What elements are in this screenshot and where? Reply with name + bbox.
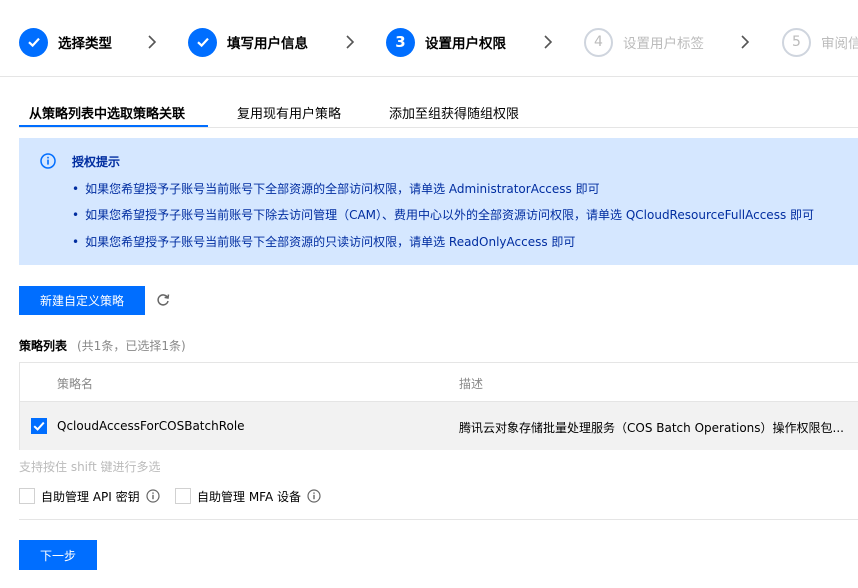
tab-select-from-list[interactable]: 从策略列表中选取策略关联 bbox=[29, 103, 185, 122]
step-label: 审阅信 bbox=[821, 36, 858, 52]
column-description: 描述 bbox=[459, 377, 484, 391]
check-icon bbox=[33, 421, 45, 431]
info-icon[interactable] bbox=[146, 489, 160, 503]
refresh-icon[interactable] bbox=[155, 292, 171, 308]
notice-item: 如果您希望授予子账号当前账号下全部资源的全部访问权限，请单选 Administr… bbox=[72, 180, 600, 197]
divider bbox=[0, 76, 858, 77]
policy-name: QcloudAccessForCOSBatchRole bbox=[57, 419, 245, 433]
column-policy-name[interactable]: 策略名 bbox=[57, 375, 93, 392]
option-api-key[interactable]: 自助管理 API 密钥 bbox=[19, 488, 160, 504]
chevron-right-icon bbox=[148, 35, 157, 49]
row-checkbox[interactable] bbox=[31, 418, 47, 434]
chevron-right-icon bbox=[346, 35, 355, 49]
step-number: 3 bbox=[386, 27, 415, 57]
option-label: 自助管理 API 密钥 bbox=[41, 489, 140, 504]
step-user-info: 填写用户信息 bbox=[188, 27, 308, 57]
step-label: 设置用户标签 bbox=[623, 36, 704, 52]
step-review: 5 审阅信 bbox=[782, 27, 858, 57]
step-label: 设置用户权限 bbox=[425, 36, 506, 52]
step-bar: 选择类型 填写用户信息 3 设置用户权限 4 设置用户标签 5 审阅信 bbox=[0, 0, 858, 84]
info-icon[interactable] bbox=[307, 489, 321, 503]
step-label: 选择类型 bbox=[58, 36, 112, 52]
option-label: 自助管理 MFA 设备 bbox=[197, 489, 301, 504]
step-number: 5 bbox=[782, 27, 811, 57]
api-key-checkbox[interactable] bbox=[19, 488, 35, 504]
check-icon bbox=[188, 27, 217, 57]
step-user-tags: 4 设置用户标签 bbox=[584, 27, 704, 57]
notice-item: 如果您希望授予子账号当前账号下除去访问管理（CAM）、费用中心以外的全部资源访问… bbox=[72, 206, 814, 223]
divider bbox=[19, 519, 858, 520]
notice-title: 授权提示 bbox=[72, 155, 121, 169]
policy-description: 腾讯云对象存储批量处理服务（COS Batch Operations）操作权限包… bbox=[459, 421, 844, 435]
option-mfa-device[interactable]: 自助管理 MFA 设备 bbox=[175, 488, 321, 504]
table-row[interactable]: QcloudAccessForCOSBatchRole 腾讯云对象存储批量处理服… bbox=[20, 402, 858, 450]
info-icon bbox=[40, 153, 56, 169]
next-step-button[interactable]: 下一步 bbox=[19, 540, 97, 570]
chevron-right-icon bbox=[544, 35, 553, 49]
table-header: 策略名 描述 bbox=[20, 363, 858, 402]
step-label: 填写用户信息 bbox=[227, 36, 308, 52]
step-permissions: 3 设置用户权限 bbox=[386, 27, 506, 57]
check-icon bbox=[19, 27, 48, 57]
notice-item: 如果您希望授予子账号当前账号下全部资源的只读访问权限，请单选 ReadOnlyA… bbox=[72, 233, 575, 250]
shift-multiselect-hint: 支持按住 shift 键进行多选 bbox=[19, 460, 161, 474]
policy-list-title: 策略列表 bbox=[19, 339, 68, 353]
authorization-notice: 授权提示 如果您希望授予子账号当前账号下全部资源的全部访问权限，请单选 Admi… bbox=[19, 138, 858, 265]
step-select-type: 选择类型 bbox=[19, 27, 112, 57]
divider bbox=[19, 127, 858, 128]
policy-list-count: (共1条，已选择1条) bbox=[77, 339, 186, 353]
policy-table: 策略名 描述 QcloudAccessForCOSBatchRole 腾讯云对象… bbox=[19, 362, 858, 450]
tab-reuse-policy[interactable]: 复用现有用户策略 bbox=[237, 103, 341, 122]
chevron-right-icon bbox=[741, 35, 750, 49]
tab-add-to-group[interactable]: 添加至组获得随组权限 bbox=[389, 103, 519, 122]
step-number: 4 bbox=[584, 27, 613, 57]
policy-tabs: 从策略列表中选取策略关联 复用现有用户策略 添加至组获得随组权限 bbox=[19, 100, 858, 128]
new-custom-policy-button[interactable]: 新建自定义策略 bbox=[19, 286, 145, 315]
mfa-device-checkbox[interactable] bbox=[175, 488, 191, 504]
